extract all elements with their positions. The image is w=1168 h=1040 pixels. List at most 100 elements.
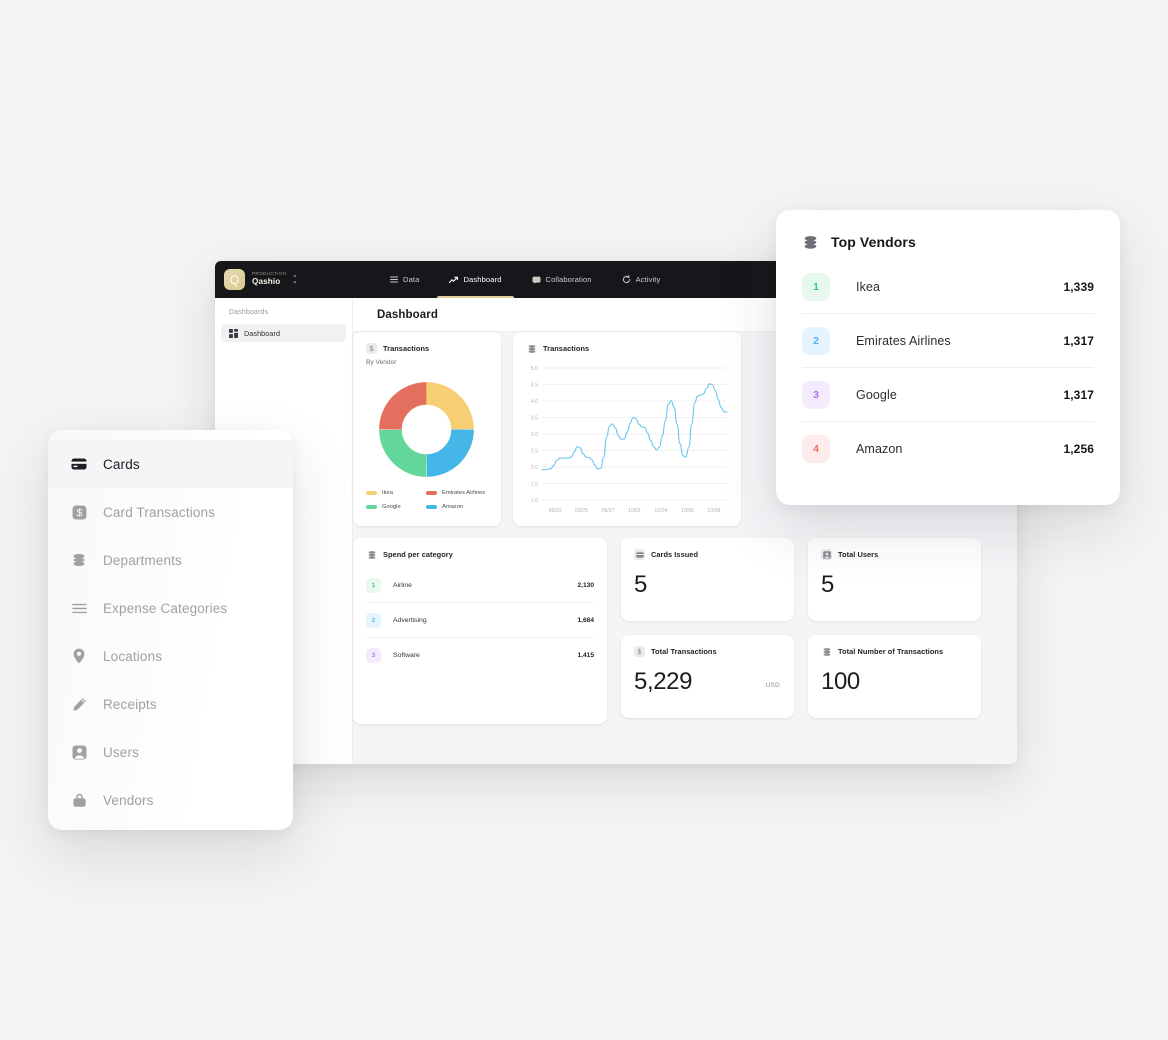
line-chart-svg: 1.0 1.5 2.0 2.5 3.0 3.5 4.0 4.5 5.0 09/22 09/25 09/… <box>531 366 728 514</box>
stat-value: 5 <box>821 571 834 598</box>
donut-legend: Ikea Emirates Airlines Google Amazon <box>366 490 494 510</box>
sidebar-item-label: Vendors <box>103 792 154 808</box>
pin-icon <box>71 648 87 664</box>
nav-links: Data Dashboard Collaboration Activity <box>389 261 660 298</box>
card-subtitle: By Vendor <box>366 359 397 366</box>
card-total-number-of-transactions: Total Number of Transactions 100 <box>808 635 981 718</box>
spend-rows: 1 Airline 2,130 2 Advertising 1,684 3 So… <box>353 568 607 673</box>
x-axis-tick-label: 10/08 <box>707 508 720 514</box>
table-row[interactable]: 1 Ikea 1,339 <box>802 260 1094 314</box>
chevron-updown-icon: ▲ ▼ <box>292 273 298 286</box>
vendor-name: Google <box>856 387 897 402</box>
grid-icon <box>229 328 238 338</box>
sidebar-item-locations[interactable]: Locations <box>48 632 293 680</box>
user-icon <box>71 744 87 760</box>
rail-item-dashboard[interactable]: Dashboard <box>221 324 346 342</box>
user-icon <box>821 549 832 560</box>
sidebar-item-departments[interactable]: Departments <box>48 536 293 584</box>
nav-item-data[interactable]: Data <box>389 261 419 298</box>
y-axis-tick-label: 5.0 <box>531 366 538 372</box>
stat-value: 100 <box>821 668 860 695</box>
x-axis-tick-label: 10/06 <box>681 508 694 514</box>
database-icon <box>802 235 819 250</box>
sidebar-item-label: Locations <box>103 648 163 664</box>
nav-item-label: Data <box>403 275 420 284</box>
currency-label: USD <box>765 682 780 689</box>
line-series-transactions <box>541 383 728 471</box>
sidebar-item-receipts[interactable]: Receipts <box>48 680 293 728</box>
screenshot-stage: Q PRODUCTION Qashio ▲ ▼ Data Dashboard C… <box>0 0 1168 1040</box>
legend-item: Google <box>366 504 426 510</box>
rank-badge: 1 <box>802 272 830 301</box>
table-row[interactable]: 4 Amazon 1,256 <box>802 422 1094 476</box>
dollar-badge-icon: $ <box>366 343 377 354</box>
brand-text: PRODUCTION Qashio <box>252 271 286 286</box>
trending-up-icon <box>449 275 459 284</box>
panel-header: Top Vendors <box>776 210 1120 250</box>
rail-section-title: Dashboards <box>229 309 269 316</box>
rank-badge: 4 <box>802 435 830 463</box>
list-icon <box>389 275 398 284</box>
sidebar-item-users[interactable]: Users <box>48 728 293 776</box>
table-row[interactable]: 2 Emirates Airlines 1,317 <box>802 314 1094 368</box>
nav-item-label: Collaboration <box>545 275 592 284</box>
nav-item-activity[interactable]: Activity <box>622 261 661 298</box>
brand-switcher[interactable]: Q PRODUCTION Qashio ▲ ▼ <box>215 269 307 290</box>
legend-label: Amazon <box>442 504 464 510</box>
y-axis-tick-label: 4.0 <box>531 399 538 405</box>
rank-badge: 3 <box>366 648 381 663</box>
y-axis-tick-label: 4.5 <box>531 383 538 389</box>
card-spend-per-category: Spend per category 1 Airline 2,130 2 Adv… <box>353 538 607 724</box>
y-axis-tick-label: 1.5 <box>531 482 538 488</box>
card-title: Total Users <box>838 550 879 559</box>
rank-badge: 3 <box>802 380 830 409</box>
table-row[interactable]: 3 Google 1,317 <box>802 368 1094 422</box>
vendor-name: Ikea <box>856 279 881 294</box>
y-axis-tick-label: 3.5 <box>531 416 538 422</box>
card-title: Total Number of Transactions <box>838 647 944 656</box>
card-header: $ Transactions <box>353 332 501 354</box>
card-title: Spend per category <box>383 550 453 559</box>
category-name: Airline <box>393 581 412 589</box>
sidebar-item-card-transactions[interactable]: $ Card Transactions <box>48 488 293 536</box>
card-header: Total Users <box>808 538 981 560</box>
list-item[interactable]: 1 Airline 2,130 <box>366 568 594 603</box>
rank-badge: 1 <box>366 577 381 593</box>
vendor-name: Emirates Airlines <box>856 333 951 348</box>
legend-item: Amazon <box>426 504 494 510</box>
card-header: Cards Issued <box>621 538 794 560</box>
y-axis-tick-label: 3.0 <box>531 432 538 438</box>
card-header: Total Number of Transactions <box>808 635 981 657</box>
nav-item-label: Dashboard <box>463 275 502 284</box>
database-icon <box>526 343 537 354</box>
x-axis-tick-label: 09/27 <box>602 508 615 514</box>
category-value: 2,130 <box>577 581 594 589</box>
nav-item-collaboration[interactable]: Collaboration <box>532 261 592 298</box>
sidebar-item-cards[interactable]: Cards <box>48 440 293 488</box>
legend-label: Ikea <box>382 490 393 496</box>
vendor-value: 1,256 <box>1063 442 1094 456</box>
card-transactions-line: Transactions 1.0 1.5 2.0 2.5 3.0 3.5 4.0 4.5 5.0… <box>513 332 741 526</box>
card-icon <box>634 549 645 560</box>
card-transactions-by-vendor: $ Transactions By Vendor Ikea Emirates A… <box>353 332 501 526</box>
card-title: Total Transactions <box>651 647 717 656</box>
list-icon <box>71 600 87 616</box>
rank-badge: 2 <box>802 326 830 355</box>
dollar-badge-icon: $ <box>71 504 87 520</box>
sidebar-item-expense-categories[interactable]: Expense Categories <box>48 584 293 632</box>
list-item[interactable]: 3 Software 1,415 <box>366 638 594 673</box>
list-item[interactable]: 2 Advertising 1,684 <box>366 603 594 638</box>
sidebar-item-vendors[interactable]: Vendors <box>48 776 293 824</box>
stat-value: 5,229 <box>634 668 693 695</box>
vendor-rows: 1 Ikea 1,339 2 Emirates Airlines 1,317 3… <box>776 260 1120 476</box>
card-total-transactions: $ Total Transactions 5,229 USD <box>621 635 794 718</box>
nav-item-dashboard[interactable]: Dashboard <box>437 261 514 298</box>
card-total-users: Total Users 5 <box>808 538 981 621</box>
vendor-value: 1,317 <box>1063 333 1094 348</box>
legend-swatch <box>426 490 437 496</box>
legend-item: Ikea <box>366 490 426 496</box>
sidebar-item-label: Cards <box>103 456 140 472</box>
legend-item: Emirates Airlines <box>426 490 494 496</box>
sidebar-item-label: Receipts <box>103 696 157 712</box>
legend-label: Emirates Airlines <box>442 490 486 496</box>
